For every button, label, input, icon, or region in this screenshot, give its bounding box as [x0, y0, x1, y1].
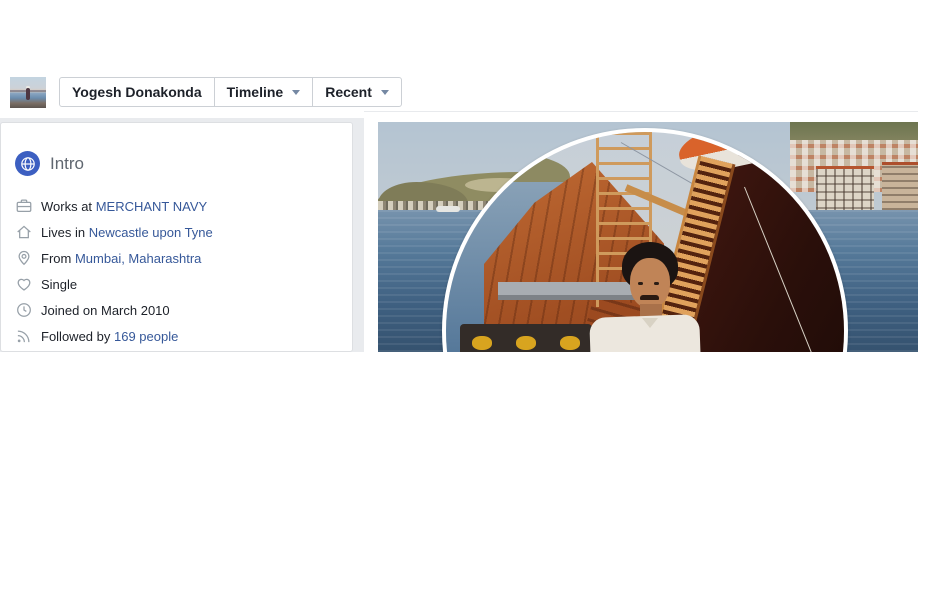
lives-text: Lives in Newcastle upon Tyne [41, 225, 213, 240]
intro-rows: Works at MERCHANT NAVY Lives in Newcastl… [15, 193, 338, 349]
recent-sort-dropdown-button[interactable]: Recent [312, 78, 401, 106]
joined-date: Joined on March 2010 [41, 302, 170, 318]
location-pin-icon [15, 249, 33, 267]
from-text: From Mumbai, Maharashtra [41, 251, 201, 266]
profile-photo-man-mustache [640, 295, 659, 300]
work-prefix: Works at [41, 198, 93, 214]
followed-prefix: Followed by [41, 328, 111, 344]
current-city-link[interactable]: Newcastle upon Tyne [89, 225, 213, 240]
cover-photo[interactable] [378, 122, 918, 352]
from-prefix: From [41, 250, 72, 266]
recent-label: Recent [325, 84, 372, 100]
profile-name-button[interactable]: Yogesh Donakonda [60, 78, 214, 106]
profile-thumbnail-photo[interactable] [10, 77, 46, 108]
profile-photo-deck-machinery [460, 324, 592, 352]
briefcase-icon [15, 197, 33, 215]
relationship-status: Single [41, 276, 78, 292]
content-top-divider [364, 111, 918, 112]
intro-title: Intro [50, 153, 85, 173]
timeline-dropdown-button[interactable]: Timeline [213, 78, 313, 106]
chevron-down-icon [380, 89, 389, 99]
page: Yogesh Donakonda Timeline Recent Intro W… [0, 0, 927, 598]
profile-nav-button-group: Yogesh Donakonda Timeline Recent [59, 77, 402, 107]
chevron-down-icon [292, 89, 301, 99]
clock-icon [15, 301, 33, 319]
joined-text: Joined on March 2010 [41, 303, 170, 318]
intro-card: Intro Works at MERCHANT NAVY Lives in Ne… [0, 122, 353, 352]
heart-icon [15, 275, 33, 293]
follow-waves-icon [15, 327, 33, 345]
intro-row-from: From Mumbai, Maharashtra [15, 245, 338, 271]
followers-count-link[interactable]: 169 people [114, 329, 178, 344]
intro-header: Intro [15, 151, 338, 176]
profile-photo-man-eye [638, 282, 643, 285]
lives-prefix: Lives in [41, 224, 86, 240]
hometown-link[interactable]: Mumbai, Maharashtra [75, 251, 201, 266]
workplace-link[interactable]: MERCHANT NAVY [96, 199, 207, 214]
column-gutter [364, 118, 378, 352]
intro-row-relationship: Single [15, 271, 338, 297]
relationship-text: Single [41, 277, 77, 292]
profile-photo-man-eye [654, 282, 659, 285]
work-text: Works at MERCHANT NAVY [41, 199, 207, 214]
profile-photo-man-face [630, 258, 670, 308]
globe-icon [15, 151, 40, 176]
intro-row-lives: Lives in Newcastle upon Tyne [15, 219, 338, 245]
intro-row-followed: Followed by 169 people [15, 323, 338, 349]
profile-photo-hill [446, 152, 570, 182]
thumbnail-person-detail [26, 88, 30, 100]
profile-photo[interactable] [442, 128, 848, 352]
intro-row-work: Works at MERCHANT NAVY [15, 193, 338, 219]
followed-text: Followed by 169 people [41, 329, 178, 344]
timeline-label: Timeline [226, 84, 284, 100]
home-icon [15, 223, 33, 241]
intro-row-joined: Joined on March 2010 [15, 297, 338, 323]
cover-building-small [882, 162, 918, 217]
